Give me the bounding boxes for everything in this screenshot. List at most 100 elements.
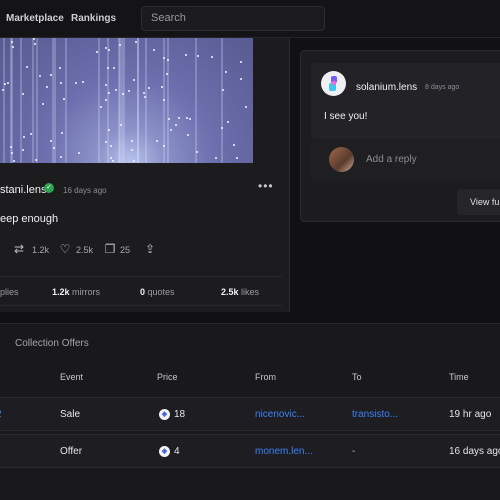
image-sparkle	[233, 144, 235, 146]
image-sparkle	[7, 82, 9, 84]
image-sparkle	[133, 160, 135, 162]
nav-link-rankings[interactable]: Rankings	[71, 13, 116, 24]
image-sparkle	[107, 67, 109, 69]
avatar	[329, 147, 354, 172]
image-sparkle	[240, 61, 242, 63]
comment-author[interactable]: solanium.lens	[356, 82, 417, 93]
replies-label[interactable]: plies	[0, 287, 19, 297]
heart-icon[interactable]: ♡	[58, 242, 72, 256]
image-sparkle	[163, 57, 165, 59]
post-stats-row: plies 1.2k mirrors 0 quotes 2.5k likes	[0, 276, 282, 306]
image-sparkle	[105, 47, 107, 49]
image-sparkle	[108, 129, 110, 131]
image-sparkle	[12, 46, 14, 48]
image-sparkle	[2, 89, 4, 91]
more-options-button[interactable]: •••	[258, 179, 274, 193]
eth-icon: ◈	[159, 446, 170, 457]
image-sparkle	[4, 83, 6, 85]
image-sparkle	[143, 92, 145, 94]
image-sparkle	[26, 66, 28, 68]
image-sparkle	[82, 81, 84, 83]
mirrors-stat[interactable]: 1.2k mirrors	[52, 287, 100, 297]
image-sparkle	[46, 86, 48, 88]
nav-link-marketplace[interactable]: Marketplace	[6, 13, 64, 24]
table-row[interactable]: 2 Sale ◈ 18 nicenovic... transisto... 19…	[0, 397, 500, 431]
collection-offers: Collection Offers Event Price From To Ti…	[0, 323, 500, 500]
image-sparkle	[122, 93, 124, 95]
image-sparkle	[215, 157, 217, 159]
to-link[interactable]: transisto...	[352, 409, 398, 420]
price-cell: 18	[174, 409, 186, 420]
verified-icon: ✓	[44, 183, 54, 193]
avatar[interactable]	[321, 71, 346, 96]
likes-stat[interactable]: 2.5k likes	[221, 287, 259, 297]
image-sparkle	[11, 152, 13, 154]
image-sparkle	[178, 117, 180, 119]
image-sparkle	[108, 92, 110, 94]
image-sparkle	[170, 129, 172, 131]
event-cell: Offer	[60, 446, 83, 457]
image-sparkle	[221, 127, 223, 129]
eth-icon: ◈	[159, 409, 170, 420]
image-streak	[3, 38, 5, 163]
image-streak	[32, 38, 34, 163]
from-link[interactable]: monem.len...	[255, 446, 313, 457]
collect-icon[interactable]: ❐	[103, 242, 117, 256]
table-row[interactable]: Offer ◈ 4 monem.len... - 16 days ago	[0, 434, 500, 468]
time-cell: 16 days ago	[449, 446, 500, 457]
image-sparkle	[10, 146, 12, 148]
image-sparkle	[78, 152, 80, 154]
price-cell: 4	[174, 446, 180, 457]
image-sparkle	[96, 51, 98, 53]
image-sparkle	[105, 84, 107, 86]
image-sparkle	[186, 117, 188, 119]
image-sparkle	[105, 141, 107, 143]
image-sparkle	[148, 87, 150, 89]
image-sparkle	[100, 106, 102, 108]
image-sparkle	[22, 149, 24, 151]
image-sparkle	[211, 56, 213, 58]
image-sparkle	[22, 93, 24, 95]
event-cell: Sale	[60, 409, 81, 420]
top-nav: Marketplace Rankings Search	[0, 0, 500, 38]
image-sparkle	[61, 132, 63, 134]
image-sparkle	[144, 96, 146, 98]
image-sparkle	[189, 118, 191, 120]
image-sparkle	[131, 149, 133, 151]
comments-panel: solanium.lens 8 days ago I see you! Add …	[300, 50, 500, 222]
image-streak	[137, 38, 139, 163]
comment-text: I see you!	[324, 111, 368, 122]
view-full-button[interactable]: View full	[457, 189, 500, 215]
post-time: 16 days ago	[63, 186, 107, 195]
mirror-icon[interactable]: ⇄	[12, 242, 26, 256]
post-card: stani.lens ✓ 16 days ago ••• eep enough …	[0, 38, 290, 312]
item-link[interactable]: 2	[0, 409, 2, 420]
image-sparkle	[167, 59, 169, 61]
image-sparkle	[135, 41, 137, 43]
image-sparkle	[161, 86, 163, 88]
image-sparkle	[222, 89, 224, 91]
image-sparkle	[131, 140, 133, 142]
quotes-stat[interactable]: 0 quotes	[140, 287, 175, 297]
image-sparkle	[153, 49, 155, 51]
image-sparkle	[175, 124, 177, 126]
image-sparkle	[196, 151, 198, 153]
image-streak	[20, 38, 22, 163]
from-link[interactable]: nicenovic...	[255, 409, 305, 420]
image-sparkle	[53, 147, 55, 149]
reply-input[interactable]: Add a reply	[366, 154, 417, 165]
image-sparkle	[197, 55, 199, 57]
column-header-time: Time	[449, 372, 469, 382]
to-cell: -	[352, 446, 356, 457]
image-sparkle	[50, 140, 52, 142]
time-cell: 19 hr ago	[449, 409, 492, 420]
search-input[interactable]: Search	[141, 6, 325, 31]
image-streak	[123, 38, 125, 163]
share-icon[interactable]: ⇪	[143, 242, 157, 256]
post-image[interactable]	[0, 38, 253, 163]
image-sparkle	[240, 78, 242, 80]
image-sparkle	[236, 157, 238, 159]
image-sparkle	[166, 73, 168, 75]
image-sparkle	[42, 103, 44, 105]
post-author[interactable]: stani.lens	[0, 184, 46, 196]
